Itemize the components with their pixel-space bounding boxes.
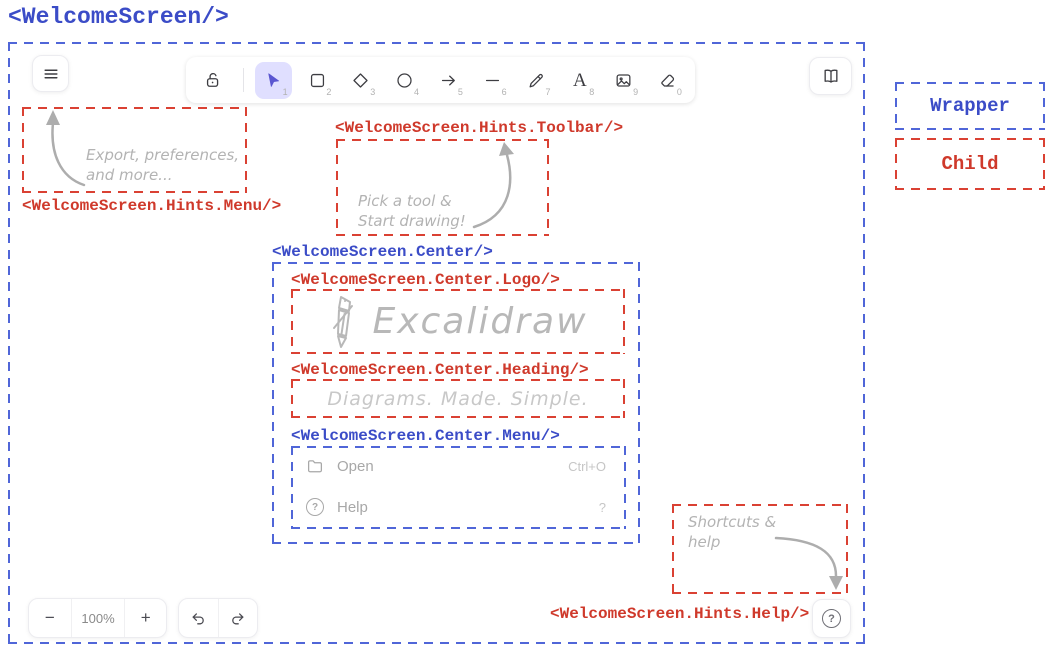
legend-wrapper: Wrapper	[895, 82, 1045, 130]
menu-item-open[interactable]: Open Ctrl+O	[291, 457, 626, 475]
tool-diamond[interactable]: 3	[342, 62, 379, 99]
hint-toolbar-box: Pick a tool & Start drawing!	[336, 139, 549, 236]
tool-shortcut: 5	[458, 87, 463, 97]
lock-open-icon	[203, 70, 223, 90]
legend-wrapper-label: Wrapper	[930, 95, 1010, 117]
line-icon	[483, 71, 502, 90]
tool-text[interactable]: A 8	[562, 62, 599, 99]
zoom-level-value[interactable]: 100%	[72, 599, 125, 637]
label-center: <WelcomeScreen.Center/>	[272, 243, 493, 261]
excalidraw-pencil-icon	[328, 294, 358, 350]
tool-shortcut: 8	[589, 87, 594, 97]
eraser-icon	[658, 71, 677, 90]
hint-help-text: Shortcuts & help	[688, 512, 776, 553]
arrow-icon	[439, 71, 458, 90]
toolbar-island: 1 2 3 4	[186, 57, 695, 103]
hint-line: Export, preferences,	[86, 145, 239, 165]
tool-shortcut: 9	[633, 87, 638, 97]
hint-toolbar-text: Pick a tool & Start drawing!	[358, 191, 466, 232]
rectangle-icon	[308, 71, 327, 90]
excalidraw-logo: Excalidraw	[291, 289, 625, 354]
legend-child: Child	[895, 138, 1045, 190]
tool-shortcut: 4	[414, 87, 419, 97]
tool-shortcut: 6	[502, 87, 507, 97]
hint-line: and more...	[86, 165, 239, 185]
undo-icon	[190, 610, 207, 627]
folder-icon	[306, 457, 324, 475]
center-heading-box: Diagrams. Made. Simple.	[291, 379, 625, 418]
undo-button[interactable]	[179, 599, 218, 637]
logo-wordmark: Excalidraw	[372, 301, 587, 342]
image-icon	[614, 71, 633, 90]
redo-button[interactable]	[218, 599, 257, 637]
tool-image[interactable]: 9	[605, 62, 642, 99]
tool-shortcut: 0	[677, 87, 682, 97]
center-menu-box: Open Ctrl+O ? Help ?	[291, 446, 626, 529]
tool-shortcut: 1	[283, 87, 288, 97]
menu-item-label: Open	[337, 458, 374, 475]
history-controls	[178, 598, 258, 638]
zoom-out-button[interactable]: −	[29, 599, 71, 637]
pencil-icon	[527, 71, 546, 90]
tool-shortcut: 2	[326, 87, 331, 97]
curved-arrow-up-icon	[464, 141, 524, 238]
tool-shortcut: 3	[370, 87, 375, 97]
label-hints-menu: <WelcomeScreen.Hints.Menu/>	[22, 197, 281, 215]
tool-draw[interactable]: 7	[518, 62, 555, 99]
hint-line: Pick a tool &	[358, 191, 466, 211]
book-icon	[821, 66, 841, 86]
help-icon: ?	[822, 609, 841, 628]
label-hints-toolbar: <WelcomeScreen.Hints.Toolbar/>	[335, 119, 623, 137]
question-circle-icon: ?	[306, 498, 324, 516]
tool-shortcut: 7	[545, 87, 550, 97]
label-hints-help: <WelcomeScreen.Hints.Help/>	[550, 605, 808, 623]
hint-line: Start drawing!	[358, 211, 466, 231]
welcome-heading: Diagrams. Made. Simple.	[291, 379, 625, 418]
redo-icon	[229, 610, 246, 627]
page-title: <WelcomeScreen/>	[8, 4, 229, 30]
hint-menu-text: Export, preferences, and more...	[86, 145, 239, 186]
label-center-logo: <WelcomeScreen.Center.Logo/>	[291, 271, 560, 289]
zoom-in-button[interactable]: +	[125, 599, 166, 637]
welcome-screen-doc: <WelcomeScreen/>	[0, 0, 1053, 661]
label-center-menu: <WelcomeScreen.Center.Menu/>	[291, 427, 560, 445]
tool-eraser[interactable]: 0	[649, 62, 686, 99]
library-button[interactable]	[809, 57, 852, 95]
tool-rectangle[interactable]: 2	[299, 62, 336, 99]
curved-arrow-down-icon	[770, 528, 846, 597]
text-tool-icon: A	[573, 71, 587, 90]
legend-child-label: Child	[941, 153, 998, 175]
menu-item-help[interactable]: ? Help ?	[291, 498, 626, 516]
lock-tool-button[interactable]	[195, 62, 232, 99]
diamond-icon	[351, 71, 370, 90]
hint-line: Shortcuts &	[688, 512, 776, 532]
center-logo-box: Excalidraw	[291, 289, 625, 354]
hamburger-icon	[41, 64, 61, 84]
ellipse-icon	[395, 71, 414, 90]
menu-item-shortcut: Ctrl+O	[568, 459, 606, 474]
hint-help-box: Shortcuts & help	[672, 504, 848, 594]
toolbar-divider	[243, 68, 244, 92]
tool-selection[interactable]: 1	[255, 62, 292, 99]
help-button[interactable]: ?	[812, 599, 851, 638]
selection-cursor-icon	[264, 71, 283, 90]
tool-ellipse[interactable]: 4	[386, 62, 423, 99]
label-center-heading: <WelcomeScreen.Center.Heading/>	[291, 361, 589, 379]
main-menu-button[interactable]	[32, 55, 69, 92]
zoom-controls: − 100% +	[28, 598, 167, 638]
tool-arrow[interactable]: 5	[430, 62, 467, 99]
hint-menu-box: Export, preferences, and more...	[22, 107, 247, 193]
menu-item-label: Help	[337, 499, 368, 516]
hint-line: help	[688, 532, 776, 552]
tool-line[interactable]: 6	[474, 62, 511, 99]
menu-item-shortcut: ?	[599, 500, 606, 515]
